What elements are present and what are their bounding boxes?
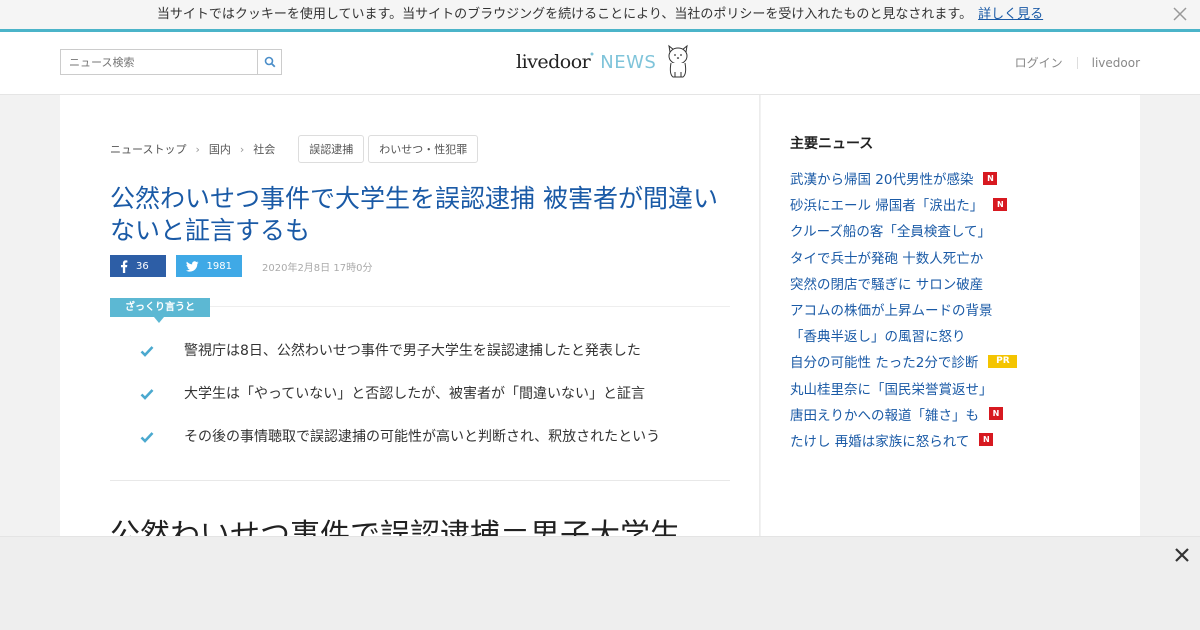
tag-wrongful-arrest[interactable]: 誤認逮捕 — [298, 135, 365, 163]
login-link[interactable]: ログイン — [1015, 54, 1063, 71]
news-item[interactable]: タイで兵士が発砲 十数人死亡か — [790, 244, 1017, 270]
share-row: 36 1981 2020年2月8日 17時0分 — [110, 255, 372, 277]
news-item[interactable]: 突然の閉店で騒ぎに サロン破産 — [790, 270, 1017, 296]
news-link[interactable]: 突然の閉店で騒ぎに サロン破産 — [790, 273, 983, 293]
news-item[interactable]: 砂浜にエール 帰国者「涙出た」 N — [790, 191, 1017, 217]
news-link[interactable]: 「香典半返し」の風習に怒り — [790, 325, 966, 345]
news-link[interactable]: クルーズ船の客「全員検査して」 — [790, 220, 991, 240]
check-icon — [140, 389, 154, 400]
header-nav: ログイン livedoor — [1015, 54, 1140, 71]
chevron-right-icon: › — [239, 142, 245, 156]
close-icon[interactable] — [1170, 4, 1190, 24]
summary-text: 大学生は「やっていない」と否認したが、被害者が「間違いない」と証言 — [184, 386, 646, 402]
pr-badge: PR — [988, 354, 1018, 368]
livedoor-link[interactable]: livedoor — [1092, 56, 1140, 70]
twitter-count: 1981 — [206, 260, 232, 272]
search-input[interactable] — [61, 50, 258, 74]
breadcrumb-item-top[interactable]: ニューストップ — [110, 141, 186, 157]
breadcrumb-item-domestic[interactable]: 国内 — [209, 141, 231, 157]
news-link[interactable]: 砂浜にエール 帰国者「涙出た」 — [790, 194, 983, 214]
site-header: livedoor NEWS ログイン livedoor — [0, 32, 1200, 95]
breadcrumb: ニューストップ › 国内 › 社会 誤認逮捕 わいせつ・性犯罪 — [110, 135, 479, 163]
summary-header: ざっくり言うと — [110, 298, 730, 323]
news-link[interactable]: 唐田えりかへの報道「雑さ」も — [790, 404, 979, 424]
logo-livedoor-text: livedoor — [516, 51, 591, 73]
article-title: 公然わいせつ事件で大学生を誤認逮捕 被害者が間違いないと証言するも — [110, 184, 718, 245]
dog-mascot-icon — [668, 44, 689, 78]
news-item[interactable]: たけし 再婚は家族に怒られて N — [790, 427, 1017, 453]
news-item[interactable]: 丸山桂里奈に「国民栄誉賞返せ」 — [790, 375, 1017, 401]
cookie-details-link[interactable]: 詳しく見る — [978, 7, 1043, 22]
check-icon — [140, 346, 154, 357]
news-item[interactable]: 「香典半返し」の風習に怒り — [790, 322, 1017, 348]
twitter-share-button[interactable]: 1981 — [176, 255, 242, 277]
news-item[interactable]: 自分の可能性 たった2分で診断 PR — [790, 348, 1018, 374]
summary-item: 大学生は「やっていない」と否認したが、被害者が「間違いない」と証言 — [140, 384, 740, 427]
news-link[interactable]: アコムの株価が上昇ムードの背景 — [790, 299, 993, 319]
facebook-icon — [121, 259, 128, 273]
news-list: 武漢から帰国 20代男性が感染 N 砂浜にエール 帰国者「涙出た」 N クルーズ船の… — [790, 165, 1018, 453]
summary-list: 警視庁は8日、公然わいせつ事件で男子大学生を誤認逮捕したと発表した 大学生は「や… — [140, 341, 740, 470]
summary-item: 警視庁は8日、公然わいせつ事件で男子大学生を誤認逮捕したと発表した — [140, 341, 740, 384]
chevron-right-icon: › — [195, 142, 200, 156]
summary-label: ざっくり言うと — [110, 298, 210, 317]
logo-dot — [590, 52, 594, 56]
news-item[interactable]: クルーズ船の客「全員検査して」 — [790, 217, 1017, 243]
facebook-share-button[interactable]: 36 — [110, 255, 166, 277]
site-logo[interactable]: livedoor NEWS — [516, 42, 692, 82]
twitter-icon — [186, 260, 199, 272]
search-icon — [264, 56, 275, 68]
logo-news-text: NEWS — [600, 51, 657, 73]
close-icon[interactable] — [1172, 545, 1192, 565]
new-badge: N — [983, 171, 998, 185]
facebook-count: 36 — [136, 260, 149, 272]
search-form — [60, 49, 282, 75]
divider — [110, 480, 730, 481]
ad-overlay — [0, 536, 1200, 630]
news-item[interactable]: 唐田えりかへの報道「雑さ」も N — [790, 401, 1017, 427]
news-link[interactable]: たけし 再婚は家族に怒られて — [790, 430, 969, 450]
news-link[interactable]: 武漢から帰国 20代男性が感染 — [790, 168, 973, 188]
sidebar-title: 主要ニュース — [790, 136, 874, 152]
summary-item: その後の事情聴取で誤認逮捕の可能性が高いと判断され、釈放されたという — [140, 427, 740, 470]
breadcrumb-item-society[interactable]: 社会 — [253, 141, 275, 157]
news-item[interactable]: アコムの株価が上昇ムードの背景 — [790, 296, 1017, 322]
summary-text: 警視庁は8日、公然わいせつ事件で男子大学生を誤認逮捕したと発表した — [184, 343, 641, 359]
search-button[interactable] — [257, 50, 281, 74]
new-badge: N — [979, 433, 994, 447]
publish-date: 2020年2月8日 17時0分 — [262, 262, 373, 274]
news-item[interactable]: 武漢から帰国 20代男性が感染 N — [790, 165, 1017, 191]
divider — [1076, 56, 1078, 69]
cookie-banner: 当サイトではクッキーを使用しています。当サイトのブラウジングを続けることにより、… — [0, 0, 1200, 32]
news-link[interactable]: 丸山桂里奈に「国民栄誉賞返せ」 — [790, 378, 993, 398]
news-link[interactable]: タイで兵士が発砲 十数人死亡か — [790, 247, 983, 267]
new-badge: N — [993, 197, 1008, 211]
check-icon — [140, 432, 154, 443]
summary-text: その後の事情聴取で誤認逮捕の可能性が高いと判断され、釈放されたという — [184, 429, 661, 445]
summary-label-notch — [154, 317, 164, 323]
tag-sex-crime[interactable]: わいせつ・性犯罪 — [368, 135, 479, 163]
news-link[interactable]: 自分の可能性 たった2分で診断 — [790, 351, 978, 371]
new-badge: N — [989, 407, 1003, 421]
cookie-message: 当サイトではクッキーを使用しています。当サイトのブラウジングを続けることにより、… — [156, 7, 973, 22]
